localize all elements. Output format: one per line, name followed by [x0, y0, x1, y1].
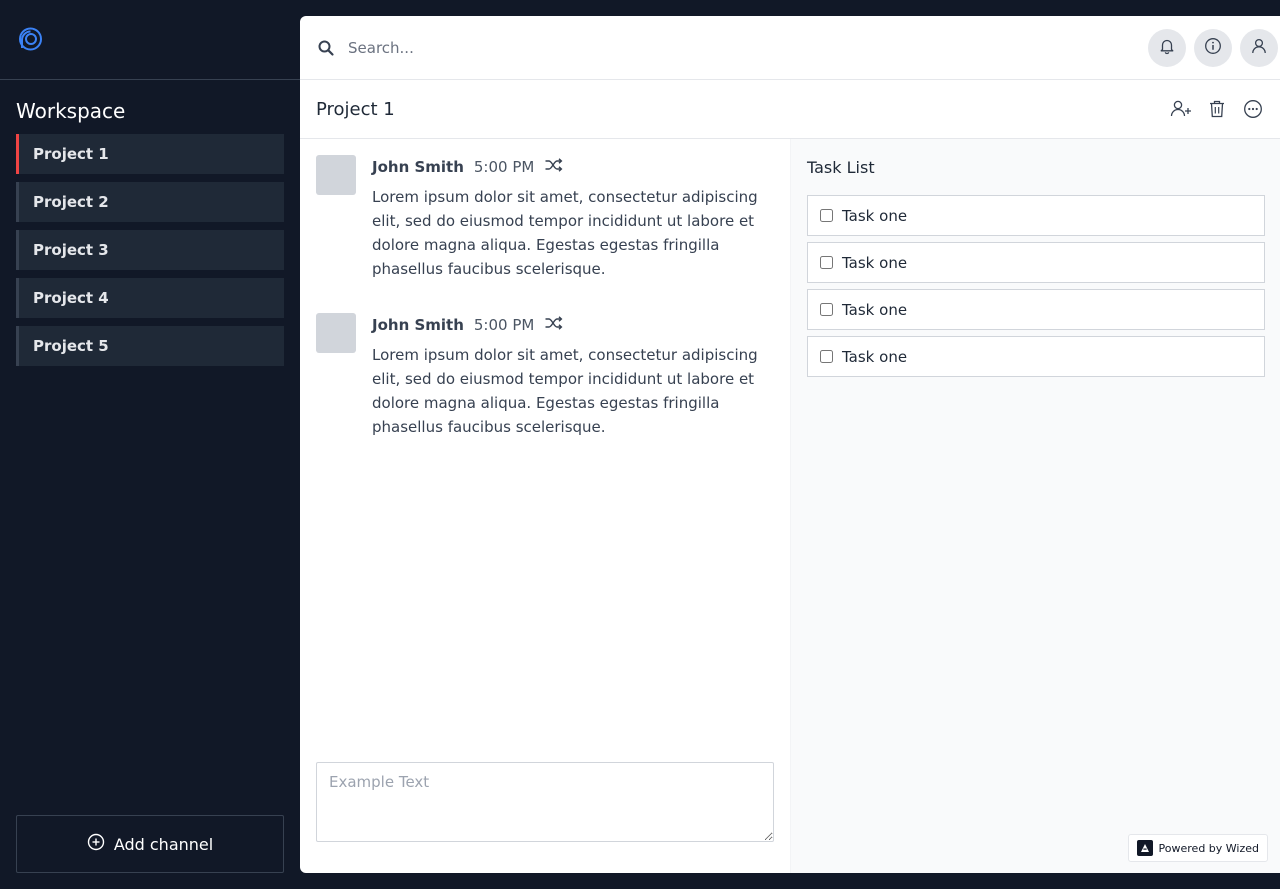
task-pane: Task List Task one Task one Task one Tas… [790, 139, 1280, 873]
app-root: Workspace Project 1 Project 2 Project 3 … [0, 0, 1280, 889]
add-channel-label: Add channel [113, 834, 214, 854]
channel-actions [1170, 98, 1264, 120]
message-author: John Smith [372, 158, 464, 176]
task-list-title: Task List [807, 158, 875, 177]
message-header: John Smith 5:00 PM [372, 313, 772, 337]
profile-button[interactable] [1240, 28, 1278, 67]
topbar-actions [1148, 28, 1278, 67]
task-list: Task one Task one Task one Task one [807, 195, 1265, 377]
user-icon [1250, 37, 1268, 59]
wized-logo-icon [1136, 840, 1153, 856]
search-icon [316, 38, 336, 58]
sidebar-item-label: Project 3 [33, 241, 109, 259]
task-item[interactable]: Task one [807, 242, 1265, 283]
messages-pane: John Smith 5:00 PM Lorem ipsum dolor sit… [300, 139, 790, 873]
sidebar-item-project-1[interactable]: Project 1 [16, 134, 284, 174]
channel-header: Project 1 [300, 80, 1280, 139]
message-body: John Smith 5:00 PM Lorem ipsum dolor sit… [372, 313, 772, 439]
powered-by-badge[interactable]: Powered by Wized [1127, 834, 1268, 862]
task-label: Task one [842, 206, 908, 225]
sidebar-item-label: Project 1 [33, 145, 109, 163]
task-label: Task one [842, 347, 908, 366]
task-label: Task one [842, 253, 908, 272]
message-composer[interactable] [316, 762, 774, 842]
workspace-title: Workspace [16, 99, 126, 123]
channel-title: Project 1 [316, 98, 395, 120]
sidebar-item-project-5[interactable]: Project 5 [16, 326, 284, 366]
message-body: John Smith 5:00 PM Lorem ipsum dolor sit… [372, 155, 772, 281]
info-icon [1204, 37, 1222, 59]
sidebar-item-project-2[interactable]: Project 2 [16, 182, 284, 222]
topbar [300, 16, 1280, 80]
shuffle-icon[interactable] [544, 315, 564, 335]
search-input[interactable] [348, 38, 1148, 57]
message-author: John Smith [372, 316, 464, 334]
task-item[interactable]: Task one [807, 195, 1265, 236]
chat-bubble-logo-icon[interactable] [16, 26, 44, 54]
task-checkbox[interactable] [820, 256, 833, 269]
sidebar-item-project-4[interactable]: Project 4 [16, 278, 284, 318]
task-item[interactable]: Task one [807, 289, 1265, 330]
message-header: John Smith 5:00 PM [372, 155, 772, 179]
bell-icon [1158, 37, 1176, 59]
task-item[interactable]: Task one [807, 336, 1265, 377]
notifications-button[interactable] [1148, 28, 1186, 67]
message-text: Lorem ipsum dolor sit amet, consectetur … [372, 188, 758, 278]
sidebar-item-label: Project 2 [33, 193, 109, 211]
project-list: Project 1 Project 2 Project 3 Project 4 … [16, 134, 284, 366]
avatar [316, 155, 356, 195]
shuffle-icon[interactable] [544, 157, 564, 177]
sidebar-item-label: Project 5 [33, 337, 109, 355]
plus-circle-icon [87, 833, 105, 855]
sidebar-item-label: Project 4 [33, 289, 109, 307]
add-user-icon[interactable] [1170, 98, 1192, 120]
task-checkbox[interactable] [820, 303, 833, 316]
sidebar-header [0, 0, 300, 80]
more-icon[interactable] [1242, 98, 1264, 120]
info-button[interactable] [1194, 28, 1232, 67]
avatar [316, 313, 356, 353]
message-time: 5:00 PM [473, 316, 535, 334]
add-channel-button[interactable]: Add channel [16, 815, 284, 873]
sidebar: Workspace Project 1 Project 2 Project 3 … [0, 0, 300, 889]
sidebar-item-project-3[interactable]: Project 3 [16, 230, 284, 270]
message-text: Lorem ipsum dolor sit amet, consectetur … [372, 346, 758, 436]
channel-content: John Smith 5:00 PM Lorem ipsum dolor sit… [300, 139, 1280, 873]
task-checkbox[interactable] [820, 209, 833, 222]
task-label: Task one [842, 300, 908, 319]
message-time: 5:00 PM [473, 158, 535, 176]
main-panel: Project 1 [300, 16, 1280, 873]
trash-icon[interactable] [1206, 98, 1228, 120]
powered-by-label: Powered by Wized [1158, 841, 1259, 855]
task-checkbox[interactable] [820, 350, 833, 363]
